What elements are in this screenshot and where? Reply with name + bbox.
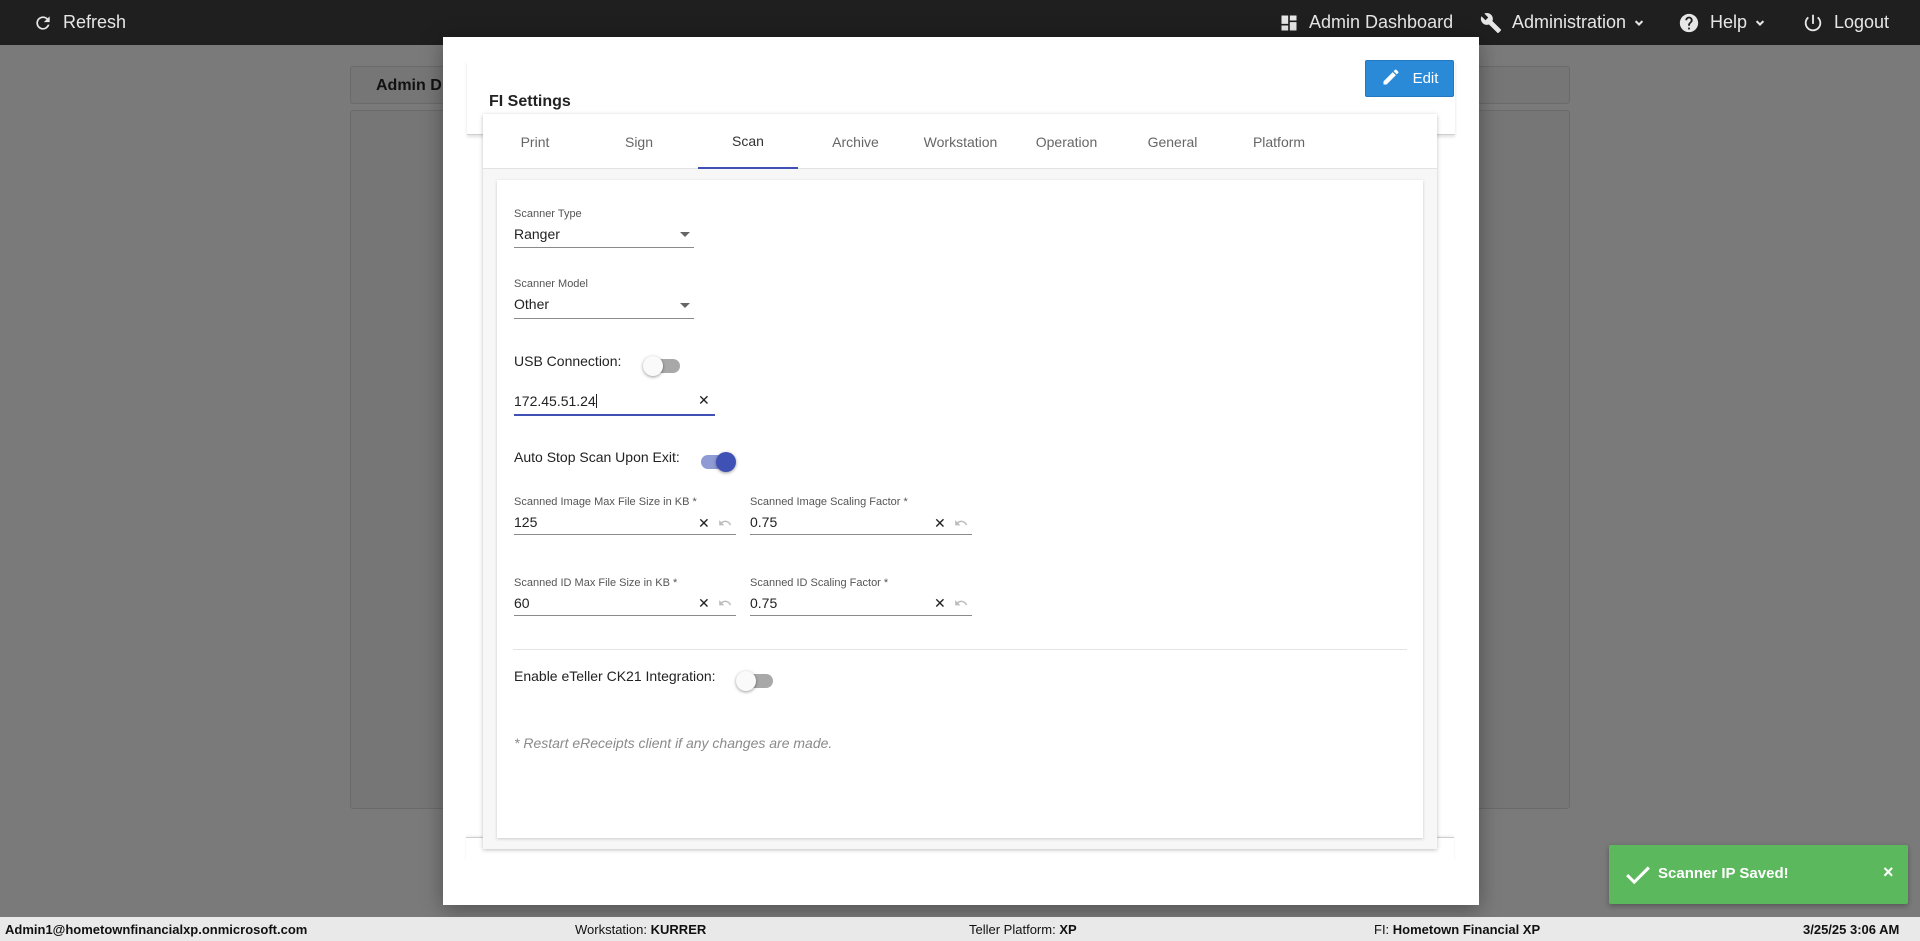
status-datetime: 3/25/25 3:06 AM xyxy=(1803,922,1900,937)
undo-icon[interactable] xyxy=(718,596,732,615)
close-icon[interactable]: ✕ xyxy=(934,516,946,530)
image-scaling-label: Scanned Image Scaling Factor * xyxy=(750,496,908,508)
status-fi-label: FI: xyxy=(1374,922,1390,937)
auto-stop-toggle[interactable] xyxy=(698,451,736,472)
ck21-label: Enable eTeller CK21 Integration: xyxy=(514,668,716,684)
id-max-size-underline xyxy=(514,615,736,616)
chevron-down-icon[interactable] xyxy=(680,232,690,237)
help-label: Help xyxy=(1710,12,1748,32)
edit-button[interactable]: Edit xyxy=(1365,60,1454,97)
tab-general[interactable]: General xyxy=(1120,114,1225,169)
admin-dashboard-label: Admin Dashboard xyxy=(1309,12,1454,32)
tab-scan[interactable]: Scan xyxy=(698,114,798,169)
tab-sign[interactable]: Sign xyxy=(587,114,691,169)
status-user: Admin1@hometownfinancialxp.onmicrosoft.c… xyxy=(5,922,308,937)
scanner-model-underline xyxy=(514,318,694,319)
refresh-icon xyxy=(33,13,53,33)
help-icon xyxy=(1678,12,1700,34)
section-divider xyxy=(513,649,1407,650)
refresh-label: Refresh xyxy=(63,12,127,32)
id-max-size-input[interactable]: 60 xyxy=(514,595,530,611)
pencil-icon xyxy=(1381,67,1413,91)
scanner-type-label: Scanner Type xyxy=(514,208,582,220)
tab-platform[interactable]: Platform xyxy=(1227,114,1331,169)
chevron-down-icon xyxy=(1753,16,1767,30)
scanner-ip-underline xyxy=(514,414,715,416)
scanner-type-select[interactable]: Ranger xyxy=(514,226,560,242)
id-scaling-underline xyxy=(750,615,972,616)
close-icon[interactable]: ✕ xyxy=(698,596,710,610)
undo-icon[interactable] xyxy=(954,516,968,535)
id-scaling-input[interactable]: 0.75 xyxy=(750,595,777,611)
image-scaling-input[interactable]: 0.75 xyxy=(750,514,777,530)
ck21-toggle[interactable] xyxy=(736,670,774,691)
usb-connection-toggle[interactable] xyxy=(643,355,681,376)
refresh-button[interactable]: Refresh xyxy=(33,0,126,45)
chevron-down-icon[interactable] xyxy=(680,303,690,308)
undo-icon[interactable] xyxy=(954,596,968,615)
background-page-title: Admin D xyxy=(376,77,442,94)
image-max-size-input[interactable]: 125 xyxy=(514,514,537,530)
administration-label: Administration xyxy=(1512,12,1627,32)
undo-icon[interactable] xyxy=(718,516,732,535)
status-platform-value: XP xyxy=(1059,922,1077,937)
scanner-model-select[interactable]: Other xyxy=(514,296,549,312)
toast-message: Scanner IP Saved! xyxy=(1658,865,1789,882)
status-workstation: Workstation: KURRER xyxy=(575,922,706,937)
logout-button[interactable]: Logout xyxy=(1802,0,1889,45)
image-max-size-underline xyxy=(514,534,736,535)
status-fi: FI: Hometown Financial XP xyxy=(1374,922,1540,937)
auto-stop-label: Auto Stop Scan Upon Exit: xyxy=(514,449,680,465)
edit-label: Edit xyxy=(1412,70,1439,87)
help-menu[interactable]: Help xyxy=(1678,0,1767,45)
tab-archive[interactable]: Archive xyxy=(803,114,908,169)
text-cursor xyxy=(596,394,597,408)
power-icon xyxy=(1802,12,1824,34)
wrench-icon xyxy=(1480,12,1502,34)
tab-print[interactable]: Print xyxy=(483,114,587,169)
logout-label: Logout xyxy=(1834,12,1890,32)
close-icon[interactable]: ✕ xyxy=(698,393,710,407)
dashboard-icon xyxy=(1279,13,1299,33)
success-toast: Scanner IP Saved! × xyxy=(1609,845,1908,904)
chevron-down-icon xyxy=(1632,16,1646,30)
id-scaling-label: Scanned ID Scaling Factor * xyxy=(750,577,889,589)
id-max-size-label: Scanned ID Max File Size in KB * xyxy=(514,577,678,589)
image-max-size-label: Scanned Image Max File Size in KB * xyxy=(514,496,697,508)
usb-connection-label: USB Connection: xyxy=(514,353,622,369)
administration-menu[interactable]: Administration xyxy=(1480,0,1646,45)
tab-operation[interactable]: Operation xyxy=(1014,114,1119,169)
restart-note: * Restart eReceipts client if any change… xyxy=(514,735,833,751)
close-icon[interactable]: ✕ xyxy=(934,596,946,610)
settings-tabs: Print Sign Scan Archive Workstation Oper… xyxy=(483,114,1437,169)
scanner-model-label: Scanner Model xyxy=(514,278,588,290)
status-platform: Teller Platform: XP xyxy=(969,922,1077,937)
status-platform-label: Teller Platform: xyxy=(969,922,1056,937)
close-icon[interactable]: × xyxy=(1883,862,1894,883)
image-scaling-underline xyxy=(750,534,972,535)
close-icon[interactable]: ✕ xyxy=(698,516,710,530)
scanner-type-underline xyxy=(514,247,694,248)
status-workstation-value: KURRER xyxy=(650,922,707,937)
check-icon xyxy=(1625,863,1651,890)
status-bar: Admin1@hometownfinancialxp.onmicrosoft.c… xyxy=(0,917,1920,941)
scanner-ip-input[interactable]: 172.45.51.24 xyxy=(514,393,596,409)
tab-workstation[interactable]: Workstation xyxy=(908,114,1013,169)
status-fi-value: Hometown Financial XP xyxy=(1392,922,1541,937)
status-workstation-label: Workstation: xyxy=(575,922,648,937)
modal-title: FI Settings xyxy=(489,93,571,110)
